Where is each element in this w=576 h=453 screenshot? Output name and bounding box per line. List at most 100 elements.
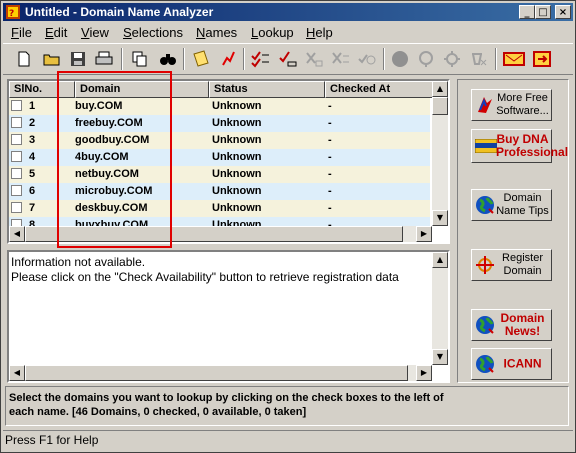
delete-disabled-icon[interactable] <box>467 48 489 70</box>
scroll-right-arrow-icon[interactable]: ▶ <box>416 226 432 242</box>
app-window: ? Untitled - Domain Name Analyzer _ □ × … <box>0 0 576 453</box>
scroll-up-arrow-icon[interactable]: ▲ <box>432 252 448 268</box>
check-all-icon[interactable] <box>249 48 271 70</box>
row-domain: freebuy.COM <box>75 117 143 129</box>
scroll-up-arrow-icon[interactable]: ▲ <box>432 81 448 97</box>
row-checkbox[interactable] <box>11 168 22 179</box>
scroll-thumb[interactable] <box>25 226 403 242</box>
scroll-down-arrow-icon[interactable]: ▼ <box>432 349 448 365</box>
row-number: 1 <box>29 100 36 112</box>
info-line-1: Information not available. <box>11 255 146 269</box>
menu-bar: File Edit View Selections Names Lookup H… <box>3 23 573 42</box>
globe-icon <box>476 196 494 214</box>
list-vertical-scrollbar[interactable]: ▲ ▼ <box>432 81 448 226</box>
domain-name-tips-button[interactable]: Domain Name Tips <box>471 189 552 221</box>
invert-selection-icon[interactable] <box>355 48 377 70</box>
menu-names[interactable]: Names <box>196 25 237 40</box>
scroll-right-arrow-icon[interactable]: ▶ <box>416 365 432 381</box>
row-status: Unknown <box>212 117 262 129</box>
column-header-domain[interactable]: Domain <box>75 81 209 98</box>
email-icon[interactable] <box>503 48 525 70</box>
table-row[interactable]: 6 microbuy.COM Unknown - <box>9 183 430 200</box>
more-free-software-button[interactable]: More Free Software... <box>471 89 552 121</box>
exit-icon[interactable] <box>531 48 553 70</box>
status-bar: Press F1 for Help <box>5 433 99 447</box>
row-number: 5 <box>29 168 36 180</box>
toolbar-separator <box>121 48 123 70</box>
row-checkbox[interactable] <box>11 117 22 128</box>
menu-selections[interactable]: Selections <box>123 25 183 40</box>
svg-text:?: ? <box>9 9 14 19</box>
print-icon[interactable] <box>93 48 115 70</box>
table-row[interactable]: 3 goodbuy.COM Unknown - <box>9 132 430 149</box>
title-bar[interactable]: ? Untitled - Domain Name Analyzer _ □ × <box>3 3 573 21</box>
info-panel: Information not available. Please click … <box>7 250 450 383</box>
notepad-icon[interactable] <box>189 48 211 70</box>
settings-disabled-icon[interactable] <box>441 48 463 70</box>
globe-icon <box>476 355 494 373</box>
row-domain: deskbuy.COM <box>75 202 148 214</box>
domain-news-button[interactable]: Domain News! <box>471 309 552 341</box>
row-status: Unknown <box>212 185 262 197</box>
app-icon: ? <box>6 5 20 19</box>
column-header-checked-at[interactable]: Checked At <box>325 81 433 98</box>
menu-help[interactable]: Help <box>306 25 333 40</box>
scroll-thumb[interactable] <box>432 97 448 115</box>
buy-dna-professional-button[interactable]: Buy DNA Professional <box>471 129 568 163</box>
row-checked-at: - <box>328 168 332 180</box>
info-vertical-scrollbar[interactable]: ▲ ▼ <box>432 252 448 365</box>
toolbar-separator <box>183 48 185 70</box>
register-domain-button[interactable]: Register Domain <box>471 249 552 281</box>
row-checkbox[interactable] <box>11 151 22 162</box>
scroll-down-arrow-icon[interactable]: ▼ <box>432 210 448 226</box>
row-status: Unknown <box>212 100 262 112</box>
maximize-button[interactable]: □ <box>535 5 551 19</box>
row-number: 3 <box>29 134 36 146</box>
toolbar-separator <box>383 48 385 70</box>
menu-view[interactable]: View <box>81 25 109 40</box>
list-horizontal-scrollbar[interactable]: ◀ ▶ <box>9 226 432 242</box>
close-button[interactable]: × <box>555 5 571 19</box>
scroll-thumb[interactable] <box>25 365 408 381</box>
row-checkbox[interactable] <box>11 100 22 111</box>
uncheck-icon[interactable] <box>303 48 325 70</box>
column-header-status[interactable]: Status <box>209 81 325 98</box>
scroll-left-arrow-icon[interactable]: ◀ <box>9 226 25 242</box>
hint-text: Select the domains you want to lookup by… <box>9 392 444 418</box>
software-logo-icon <box>478 97 492 113</box>
table-row[interactable]: 7 deskbuy.COM Unknown - <box>9 200 430 217</box>
row-number: 6 <box>29 185 36 197</box>
row-checked-at: - <box>328 100 332 112</box>
row-checkbox[interactable] <box>11 134 22 145</box>
visa-card-icon <box>475 139 497 153</box>
open-folder-icon[interactable] <box>41 48 63 70</box>
table-row[interactable]: 1 buy.COM Unknown - <box>9 98 430 115</box>
domain-list: SlNo. Domain Status Checked At 1 buy.COM U… <box>7 79 450 244</box>
copy-icon[interactable] <box>129 48 151 70</box>
table-row[interactable]: 2 freebuy.COM Unknown - <box>9 115 430 132</box>
row-checkbox[interactable] <box>11 185 22 196</box>
column-header-slno[interactable]: SlNo. <box>9 81 75 98</box>
menu-lookup[interactable]: Lookup <box>251 25 294 40</box>
save-icon[interactable] <box>67 48 89 70</box>
minimize-button[interactable]: _ <box>519 5 535 19</box>
uncheck-all-icon[interactable] <box>329 48 351 70</box>
info-horizontal-scrollbar[interactable]: ◀ ▶ <box>9 365 432 381</box>
stop-icon[interactable] <box>389 48 411 70</box>
row-checkbox[interactable] <box>11 202 22 213</box>
menu-edit[interactable]: Edit <box>45 25 67 40</box>
row-status: Unknown <box>212 151 262 163</box>
row-checked-at: - <box>328 117 332 129</box>
row-number: 2 <box>29 117 36 129</box>
table-row[interactable]: 4 4buy.COM Unknown - <box>9 149 430 166</box>
new-file-icon[interactable] <box>13 48 35 70</box>
lightning-icon[interactable] <box>217 48 239 70</box>
find-binoculars-icon[interactable] <box>157 48 179 70</box>
row-domain: 4buy.COM <box>75 151 129 163</box>
scroll-left-arrow-icon[interactable]: ◀ <box>9 365 25 381</box>
menu-file[interactable]: File <box>11 25 32 40</box>
icann-button[interactable]: ICANN <box>471 348 552 380</box>
lookup-disabled-icon[interactable] <box>415 48 437 70</box>
check-range-icon[interactable] <box>277 48 299 70</box>
table-row[interactable]: 5 netbuy.COM Unknown - <box>9 166 430 183</box>
